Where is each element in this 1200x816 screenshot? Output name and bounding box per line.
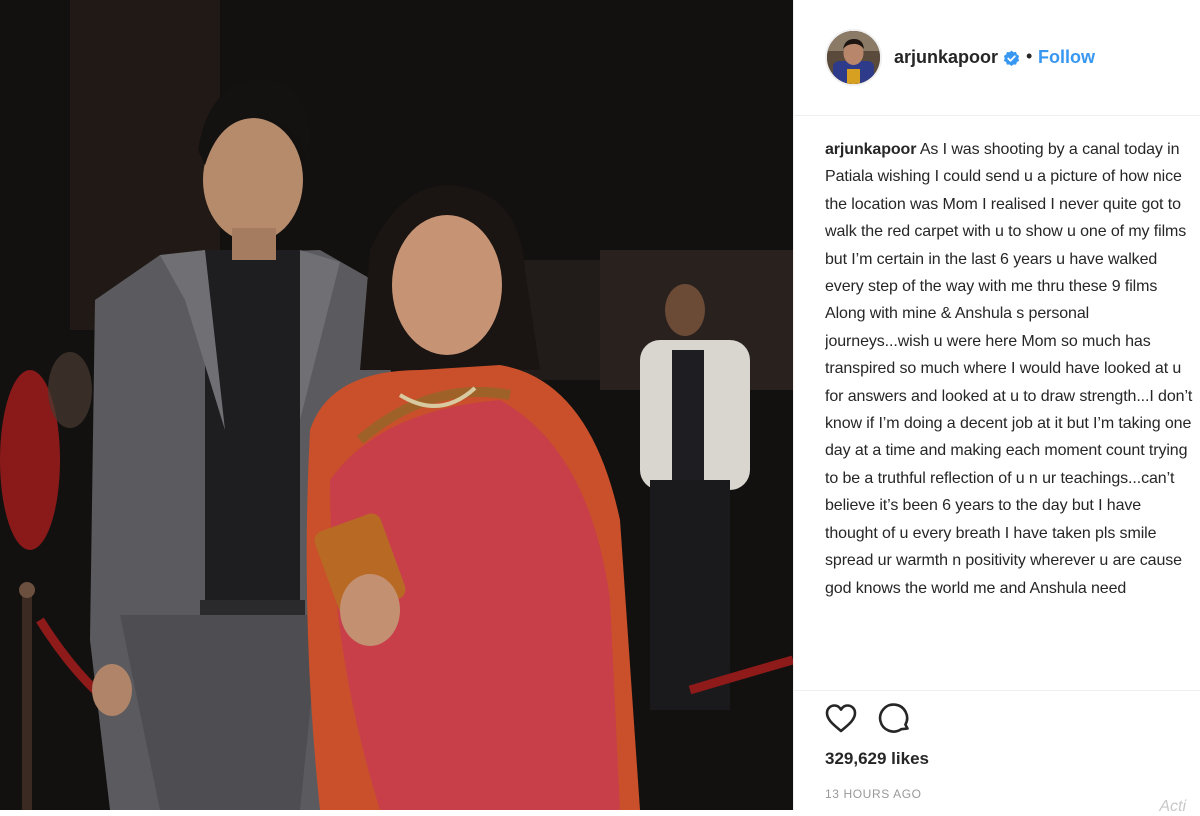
username-link[interactable]: arjunkapoor (894, 47, 998, 68)
avatar-image (827, 31, 880, 84)
caption-scroll-area[interactable]: arjunkapoor As I was shooting by a canal… (825, 136, 1193, 690)
caption-text: As I was shooting by a canal today in Pa… (825, 141, 1193, 597)
heart-icon[interactable] (824, 702, 858, 736)
separator-dot: • (1026, 46, 1033, 66)
post-photo[interactable] (0, 0, 793, 810)
avatar[interactable] (825, 29, 882, 86)
post-header: arjunkapoor • Follow (794, 0, 1200, 116)
os-activation-watermark: Acti (1159, 798, 1186, 815)
follow-button[interactable]: Follow (1038, 47, 1095, 68)
verified-badge-icon (1003, 50, 1020, 66)
post-sidebar: arjunkapoor • Follow arjunkapoor As I wa… (793, 0, 1200, 815)
photo-illustration (0, 0, 793, 810)
like-count[interactable]: 329,629 likes (825, 749, 929, 769)
post-timestamp[interactable]: 13 HOURS AGO (825, 787, 922, 801)
comment-bubble-icon[interactable] (878, 702, 912, 736)
caption-username-link[interactable]: arjunkapoor (825, 141, 916, 158)
caption: arjunkapoor As I was shooting by a canal… (825, 136, 1193, 602)
post-actions: 329,629 likes 13 HOURS AGO (794, 690, 1200, 810)
